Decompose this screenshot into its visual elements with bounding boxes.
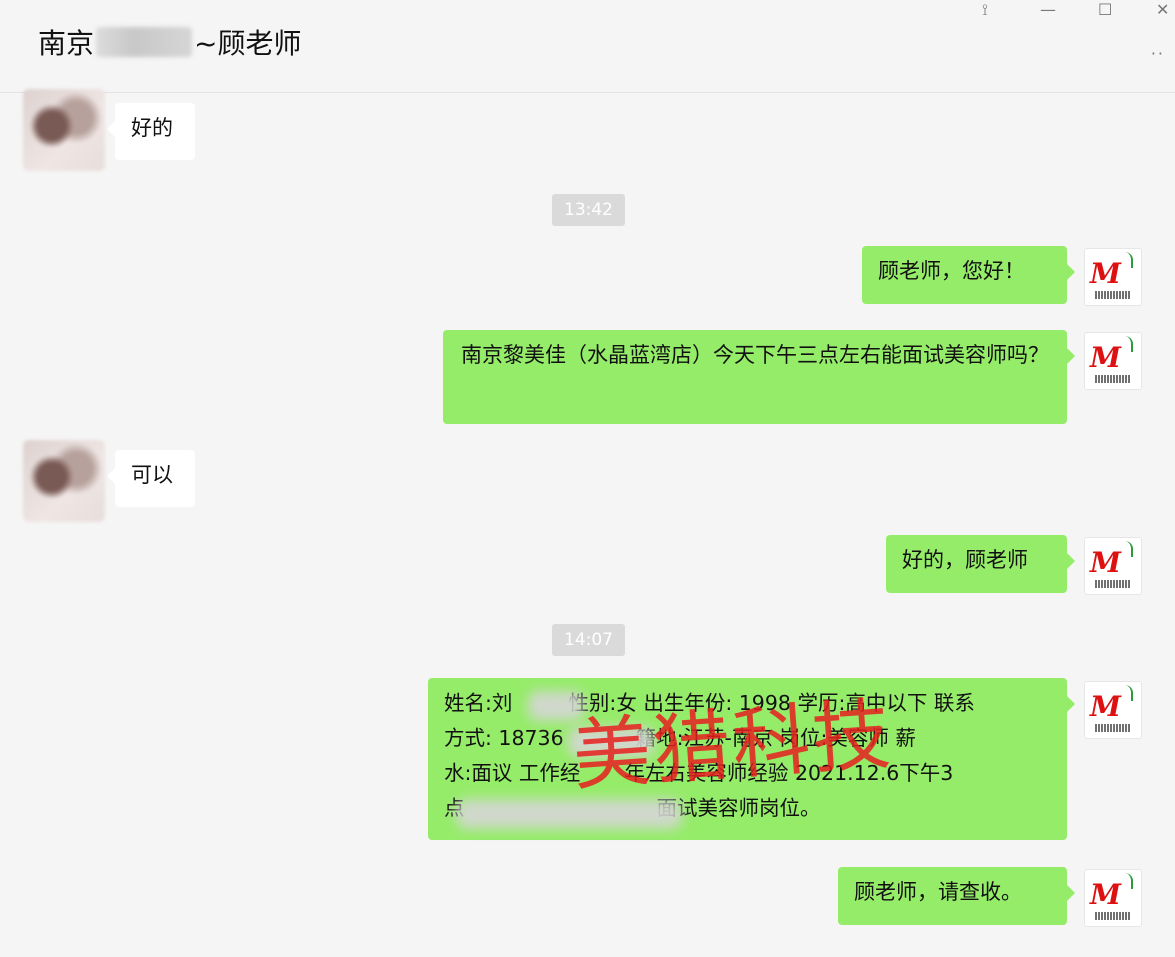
logo-caption-icon [1095,912,1131,920]
message-line: 方式: 18736 籍地:江苏-南京 岗位:美容师 薪 [444,726,916,750]
my-avatar[interactable]: M [1084,681,1142,739]
close-icon[interactable]: ✕ [1156,0,1169,19]
logo-caption-icon [1095,724,1131,732]
logo-caption-icon [1095,291,1131,299]
my-avatar[interactable]: M [1084,248,1142,306]
contact-avatar[interactable] [23,89,105,171]
redacted-address [456,799,682,829]
message-text: 顾老师，您好！ [878,259,1025,283]
message-text: 好的 [131,116,173,140]
logo-caption-icon [1095,580,1131,588]
brand-logo-icon: M [1090,546,1121,579]
chat-title-prefix: 南京 [38,27,95,60]
brand-logo-icon: M [1090,257,1121,290]
message-text: 好的，顾老师 [902,548,1028,572]
message-bubble-outgoing: 好的，顾老师 [886,535,1075,593]
brand-logo-icon: M [1090,690,1121,723]
message-bubble-incoming: 可以 [107,450,195,507]
my-avatar[interactable]: M [1084,537,1142,595]
message-text: 可以 [131,463,173,487]
chat-title-suffix: ~顾老师 [194,27,302,60]
leaf-icon [1125,541,1133,557]
contact-avatar[interactable] [23,440,105,522]
redacted-name [96,27,193,57]
pin-icon[interactable]: ⟟ [982,0,988,20]
chat-area[interactable]: 好的 13:42 顾老师，您好！ M 南京黎美佳（水晶蓝湾店）今天下午三点左右能… [0,89,1175,957]
leaf-icon [1125,873,1133,889]
timestamp: 13:42 [552,194,625,226]
message-bubble-incoming: 好的 [107,103,195,160]
message-bubble-outgoing: 顾老师，请查收。 [838,867,1075,925]
leaf-icon [1125,685,1133,701]
message-bubble-outgoing: 顾老师，您好！ [862,246,1075,304]
redacted-phone [568,727,654,757]
redacted-name [528,691,584,721]
my-avatar[interactable]: M [1084,332,1142,390]
minimize-icon[interactable]: — [1040,0,1056,19]
maximize-icon[interactable]: ☐ [1098,0,1112,19]
my-avatar[interactable]: M [1084,869,1142,927]
message-text: 顾老师，请查收。 [854,880,1022,904]
message-text: 南京黎美佳（水晶蓝湾店）今天下午三点左右能面试美容师吗？ [461,343,1049,367]
message-line: 水:面议 工作经 年左右美容师经验 2021.12.6下午3 [444,761,954,785]
more-options-icon[interactable]: ·· [1151,44,1165,63]
logo-caption-icon [1095,375,1131,383]
brand-logo-icon: M [1090,341,1121,374]
leaf-icon [1125,252,1133,268]
timestamp: 14:07 [552,624,625,656]
message-bubble-outgoing: 南京黎美佳（水晶蓝湾店）今天下午三点左右能面试美容师吗？ [443,330,1075,424]
brand-logo-icon: M [1090,878,1121,911]
chat-title: 南京 ~顾老师 [38,22,301,62]
title-bar: 南京 ~顾老师 ⟟ — ☐ ✕ ·· [0,0,1175,93]
leaf-icon [1125,336,1133,352]
